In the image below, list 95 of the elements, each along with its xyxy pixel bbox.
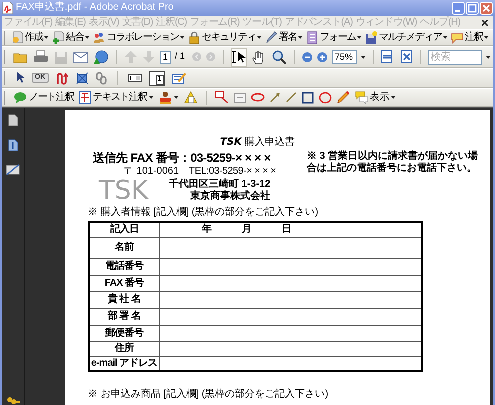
rectangle-icon[interactable] — [302, 92, 314, 104]
callout-icon[interactable] — [215, 91, 229, 104]
pdf-icon — [2, 2, 13, 14]
address: 千代田区三崎町 1-3-12 — [169, 179, 271, 190]
link-icon[interactable] — [56, 72, 68, 84]
postal-code: 〒 101-0061 — [124, 166, 180, 178]
printer-icon[interactable] — [33, 50, 49, 64]
minimize-icon[interactable] — [452, 2, 465, 14]
table-cell: 貴 社 名 — [90, 292, 160, 308]
page-count: / 1 — [175, 50, 186, 64]
caret-icon — [85, 36, 90, 39]
text-edit-icon — [79, 91, 91, 104]
task-menu-button[interactable]: 結合 — [52, 30, 90, 44]
table-cell: 郵便番号 — [90, 326, 160, 341]
pen-icon — [265, 30, 278, 44]
zoom-field[interactable]: 75% — [332, 50, 357, 64]
task-menu-button[interactable]: 注釈 — [451, 30, 489, 44]
envelope-icon[interactable] — [73, 50, 89, 64]
section-label: ※ お申込み商品 [記入欄] (黒枠の部分をご記入下さい) — [88, 389, 330, 401]
task-menu-button[interactable]: 作成 — [11, 30, 49, 44]
notice-text: ※ 3 営業日以内に請求書が届かない場合は上記の電話番号にお電話下さい。 — [306, 151, 480, 176]
caret-icon — [298, 36, 303, 39]
maximize-icon[interactable] — [466, 2, 479, 14]
table-cell-text: 年 月 日 — [200, 223, 293, 237]
caret-icon — [44, 36, 49, 39]
text-box-icon[interactable] — [234, 92, 246, 102]
caret-icon — [443, 36, 448, 39]
document-icon — [11, 30, 24, 44]
lock-icon — [188, 30, 201, 44]
company-name: 東京商事株式会社 — [190, 191, 271, 203]
speech-bubble-icon — [451, 30, 464, 44]
text-edit-tool-button[interactable]: テキスト注釈 — [79, 91, 154, 104]
table-cell: FAX 番号 — [90, 276, 160, 291]
select-tool-button[interactable] — [231, 48, 248, 66]
fit-page-icon[interactable] — [381, 50, 393, 64]
edit-form-icon[interactable] — [172, 72, 186, 84]
section-label: ※ 購入者情報 [記入欄] (黒枠の部分をご記入下さい) — [88, 207, 320, 219]
fit-width-icon[interactable] — [401, 50, 413, 64]
people-icon — [93, 30, 106, 44]
keys-icon[interactable] — [6, 397, 20, 405]
sticky-note-icon[interactable] — [184, 91, 198, 104]
fax-number: 送信先 FAX 番号：03-5259-× × × × — [93, 151, 272, 166]
caret-icon — [257, 36, 262, 39]
globe-icon[interactable] — [93, 50, 109, 64]
stamp-tool-button[interactable] — [159, 92, 179, 104]
task-menu-button[interactable]: 署名 — [265, 30, 303, 44]
line-icon[interactable] — [286, 92, 297, 103]
table-cell: e-mail アドレス — [90, 357, 160, 370]
cloud-icon[interactable] — [251, 93, 265, 102]
task-menu-button[interactable]: セキュリティ — [188, 30, 262, 44]
speech-bubble-icon — [14, 92, 27, 104]
arrow-icon[interactable] — [270, 92, 281, 103]
crop-icon[interactable] — [76, 72, 88, 84]
caret-icon — [391, 96, 396, 99]
stamp-icon — [159, 92, 172, 104]
table-cell: 住所 — [90, 342, 160, 356]
show-menu-button[interactable]: 表示 — [355, 91, 396, 104]
table-cell: 部 署 名 — [90, 309, 160, 325]
text-cursor-icon — [232, 50, 246, 64]
task-menu-button[interactable]: フォーム — [306, 30, 362, 44]
add-document-icon — [52, 30, 65, 44]
table-cell: 名前 — [90, 238, 160, 258]
speech-bubbles-icon — [355, 91, 369, 104]
caret-icon — [174, 96, 179, 99]
caret-icon — [361, 56, 366, 58]
close-icon[interactable] — [482, 20, 488, 26]
caret-icon — [149, 96, 154, 99]
document-title: TSK 購入申込書 — [220, 136, 295, 149]
caret-icon — [180, 36, 185, 39]
oval-icon[interactable] — [319, 92, 332, 104]
caret-icon — [484, 36, 489, 39]
text-field-icon[interactable] — [128, 73, 142, 83]
page-icon[interactable] — [8, 114, 18, 127]
chain-icon[interactable] — [96, 72, 106, 84]
media-icon — [365, 30, 378, 44]
hand-icon — [252, 50, 266, 64]
signature-icon[interactable] — [6, 164, 20, 176]
task-menu-button[interactable]: マルチメディア — [365, 30, 448, 44]
zoom-out-icon[interactable] — [302, 52, 314, 62]
window-title: FAX申込書.pdf - Adobe Acrobat Pro — [16, 2, 174, 14]
caret-icon — [486, 56, 491, 58]
company-logo: TSK — [99, 178, 150, 204]
caret-icon — [357, 36, 362, 39]
cursor-icon[interactable] — [16, 72, 25, 84]
table-cell: 記入日 — [90, 223, 160, 237]
table-cell: 電話番号 — [90, 259, 160, 275]
pencil-icon[interactable] — [337, 91, 350, 104]
zoom-in-icon[interactable] — [317, 52, 328, 62]
page-number-field[interactable]: 1 — [160, 50, 171, 64]
task-menu-button[interactable]: コラボレーション — [93, 30, 185, 44]
magnifier-icon — [272, 50, 286, 64]
attachment-icon[interactable] — [8, 139, 18, 152]
search-field[interactable]: 検索 — [428, 50, 482, 64]
phone-number: TEL:03-5259-× × × × — [189, 166, 276, 178]
note-tool-button[interactable]: ノート注釈 — [14, 92, 74, 104]
